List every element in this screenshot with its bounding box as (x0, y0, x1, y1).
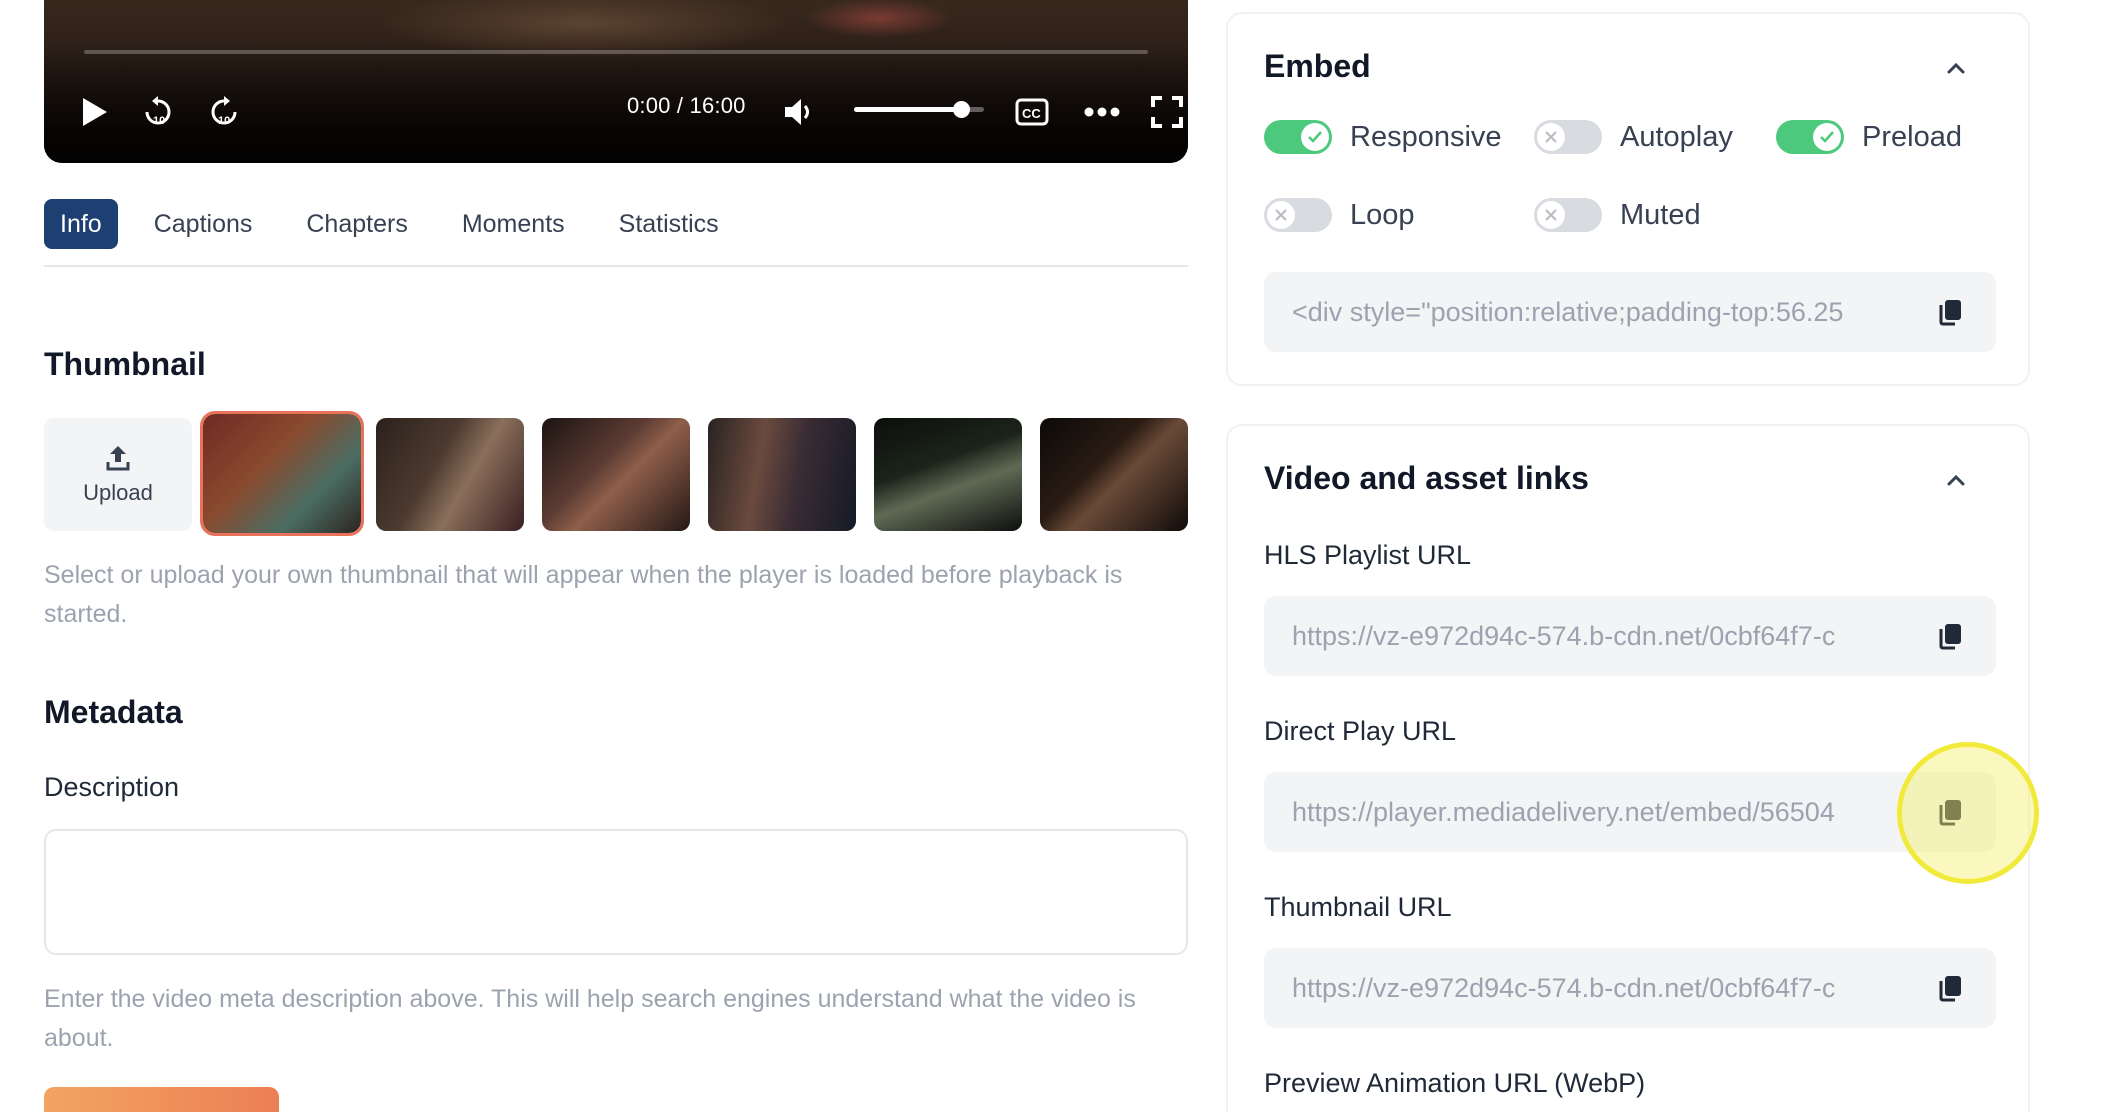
volume-icon[interactable] (777, 90, 821, 134)
toggle-switch[interactable] (1264, 198, 1332, 232)
rewind-10-icon[interactable]: 10 (136, 90, 180, 134)
thumbnail-url-field[interactable]: https://vz-e972d94c-574.b-cdn.net/0cbf64… (1264, 948, 1996, 1028)
forward-10-icon[interactable]: 10 (202, 90, 246, 134)
x-icon (1545, 209, 1557, 221)
tab-captions[interactable]: Captions (136, 199, 271, 249)
hls-url-label: HLS Playlist URL (1264, 540, 1472, 570)
toggle-autoplay[interactable]: Autoplay (1534, 120, 1733, 154)
toggle-switch[interactable] (1264, 120, 1332, 154)
toggle-label: Autoplay (1620, 120, 1733, 153)
thumbnail-url-label: Thumbnail URL (1264, 892, 1452, 922)
thumbnail-option-1[interactable] (200, 411, 364, 536)
direct-play-url-field[interactable]: https://player.mediadelivery.net/embed/5… (1264, 772, 1996, 852)
thumbnail-option-6[interactable] (1040, 418, 1188, 531)
upload-thumbnail-button[interactable]: Upload (44, 418, 192, 531)
toggle-loop[interactable]: Loop (1264, 198, 1415, 232)
seek-bar[interactable] (84, 50, 1148, 54)
toggle-muted[interactable]: Muted (1534, 198, 1701, 232)
thumbnail-option-5[interactable] (874, 418, 1022, 531)
tab-info[interactable]: Info (44, 199, 118, 249)
description-help-text: Enter the video meta description above. … (44, 985, 1136, 1052)
metadata-heading: Metadata (44, 694, 183, 730)
svg-text:10: 10 (218, 115, 230, 127)
x-icon (1275, 209, 1287, 221)
tab-statistics[interactable]: Statistics (601, 199, 737, 249)
thumbnail-option-2[interactable] (376, 418, 524, 531)
description-input[interactable] (44, 829, 1188, 955)
toggle-label: Responsive (1350, 120, 1502, 153)
chevron-up-icon[interactable] (1944, 468, 1968, 492)
embed-code-field[interactable]: <div style="position:relative;padding-to… (1264, 272, 1996, 352)
volume-slider-handle[interactable] (952, 101, 970, 118)
toggle-switch[interactable] (1534, 198, 1602, 232)
time-display: 0:00 / 16:00 (627, 93, 746, 118)
check-icon (1308, 131, 1322, 143)
direct-play-url-value: https://player.mediadelivery.net/embed/5… (1292, 797, 1835, 827)
chevron-up-icon[interactable] (1944, 56, 1968, 80)
more-icon[interactable] (1080, 90, 1124, 134)
asset-links-title: Video and asset links (1264, 460, 1589, 496)
direct-play-url-label: Direct Play URL (1264, 716, 1457, 746)
tab-moments[interactable]: Moments (444, 199, 583, 249)
thumbnail-heading: Thumbnail (44, 346, 206, 382)
volume-slider[interactable] (854, 101, 984, 118)
volume-level (854, 107, 961, 112)
tab-bar: Info Captions Chapters Moments Statistic… (44, 199, 1188, 267)
asset-links-card: Video and asset links HLS Playlist URL h… (1226, 424, 2030, 1112)
tab-chapters[interactable]: Chapters (288, 199, 425, 249)
upload-icon (106, 445, 130, 470)
copy-icon[interactable] (1934, 620, 1966, 652)
toggle-switch[interactable] (1534, 120, 1602, 154)
toggle-label: Muted (1620, 198, 1701, 231)
thumbnail-url-value: https://vz-e972d94c-574.b-cdn.net/0cbf64… (1292, 973, 1836, 1003)
copy-icon[interactable] (1934, 972, 1966, 1004)
svg-text:10: 10 (153, 115, 165, 127)
save-button[interactable] (44, 1087, 279, 1112)
thumbnail-help-text: Select or upload your own thumbnail that… (44, 561, 1123, 628)
preview-animation-url-label: Preview Animation URL (WebP) (1264, 1068, 1646, 1098)
check-icon (1820, 131, 1834, 143)
upload-label: Upload (83, 479, 153, 505)
svg-text:CC: CC (1022, 106, 1041, 121)
toggle-label: Loop (1350, 198, 1415, 231)
toggle-switch[interactable] (1776, 120, 1844, 154)
fullscreen-icon[interactable] (1145, 90, 1188, 134)
video-player[interactable]: 10 10 0:00 / 16:00 CC (44, 0, 1188, 163)
thumbnail-option-3[interactable] (542, 418, 690, 531)
toggle-label: Preload (1862, 120, 1962, 153)
hls-url-field[interactable]: https://vz-e972d94c-574.b-cdn.net/0cbf64… (1264, 596, 1996, 676)
embed-code-value: <div style="position:relative;padding-to… (1292, 297, 1844, 327)
copy-icon[interactable] (1934, 296, 1966, 328)
embed-title: Embed (1264, 48, 1371, 84)
copy-icon[interactable] (1934, 796, 1966, 828)
toggle-responsive[interactable]: Responsive (1264, 120, 1502, 154)
video-frame-detail (804, 0, 954, 38)
captions-icon[interactable]: CC (1010, 90, 1054, 134)
embed-card: Embed Responsive Autoplay Preload Loop M… (1226, 12, 2030, 386)
thumbnail-option-4[interactable] (708, 418, 856, 531)
x-icon (1545, 131, 1557, 143)
toggle-preload[interactable]: Preload (1776, 120, 1962, 154)
description-label: Description (44, 772, 180, 802)
hls-url-value: https://vz-e972d94c-574.b-cdn.net/0cbf64… (1292, 621, 1836, 651)
play-icon[interactable] (72, 90, 116, 134)
